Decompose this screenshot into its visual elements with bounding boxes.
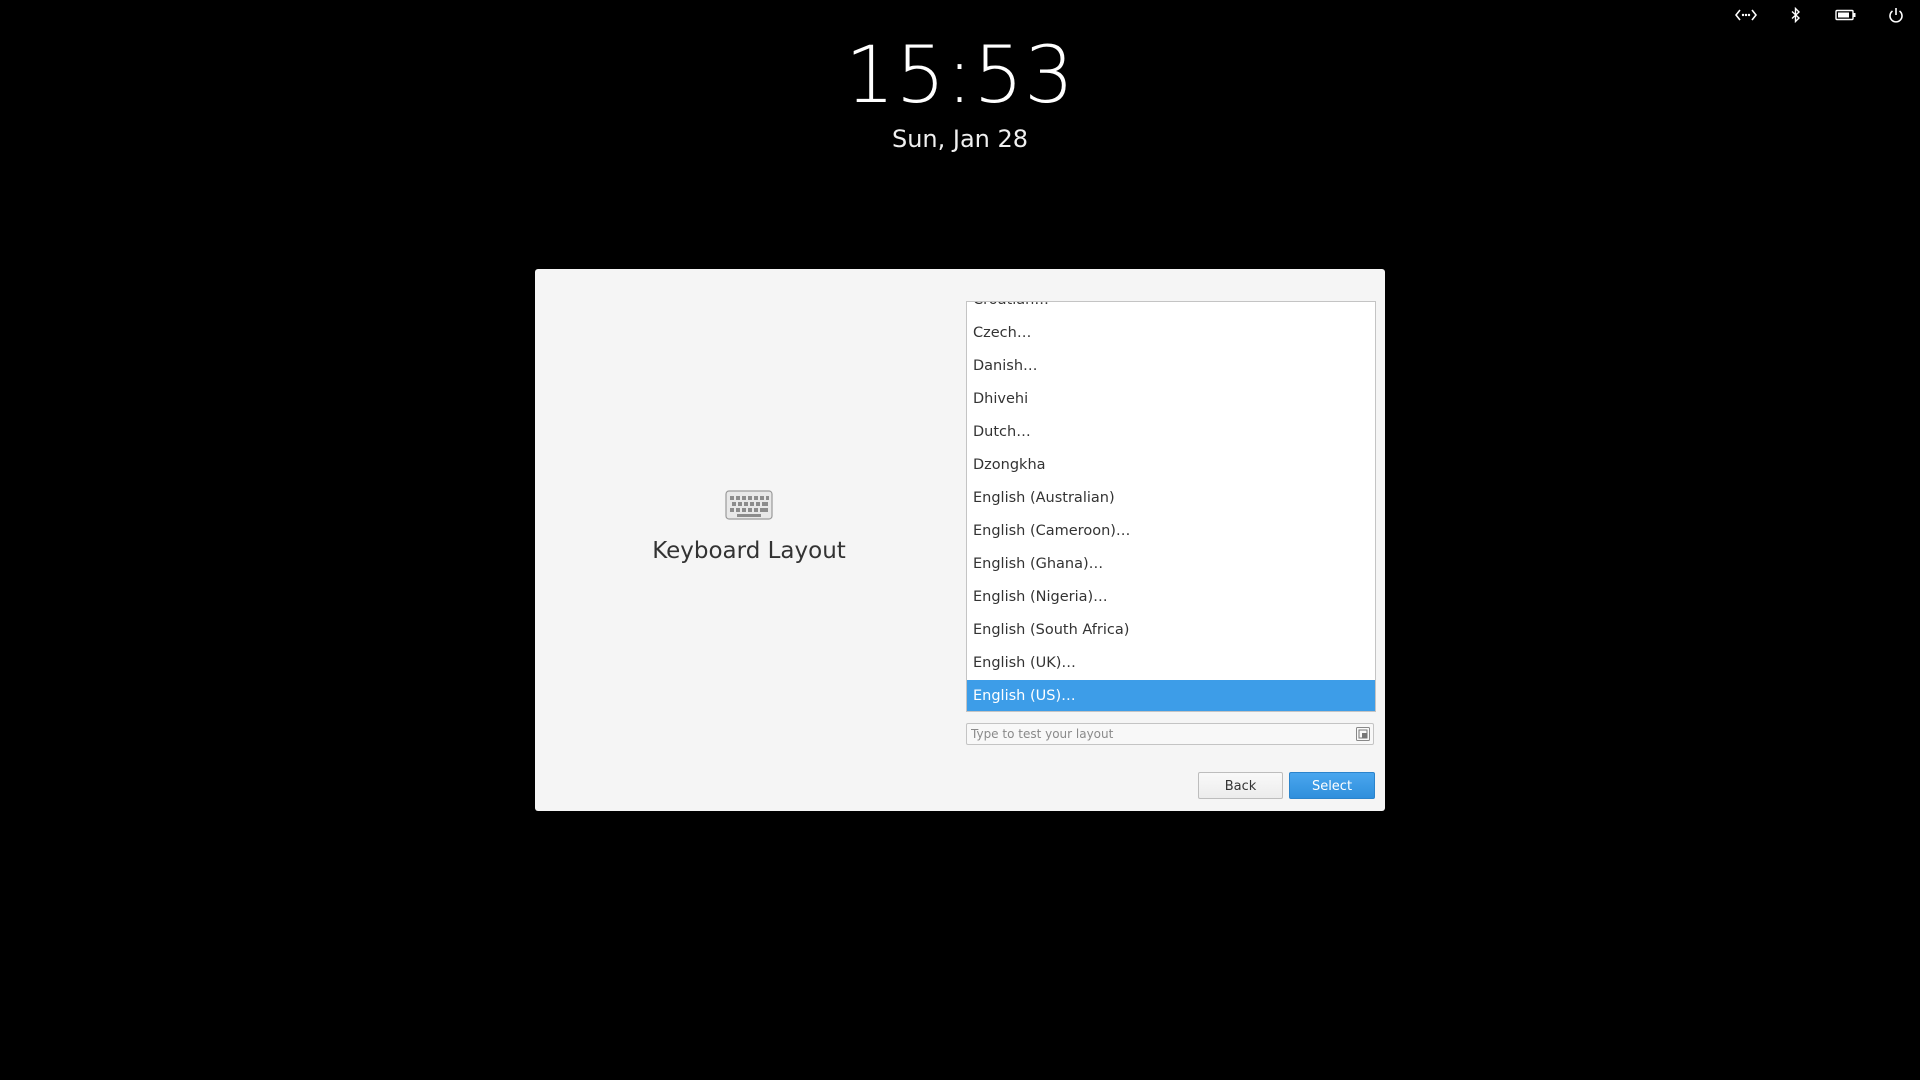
layout-list-item[interactable]: Dutch… xyxy=(967,416,1375,449)
select-button[interactable]: Select xyxy=(1289,772,1375,799)
back-button[interactable]: Back xyxy=(1198,772,1283,799)
layout-list-item[interactable]: Dhivehi xyxy=(967,383,1375,416)
test-layout-field[interactable] xyxy=(966,723,1374,745)
layout-list-item[interactable]: English (UK)… xyxy=(967,647,1375,680)
layout-list-item[interactable]: English (Nigeria)… xyxy=(967,581,1375,614)
power-icon[interactable] xyxy=(1884,3,1908,27)
layout-list-item[interactable]: Croatian… xyxy=(967,302,1375,317)
bluetooth-icon[interactable] xyxy=(1784,3,1808,27)
lock-clock: 15:53 xyxy=(845,31,1075,121)
battery-icon[interactable] xyxy=(1834,3,1858,27)
dialog-left-pane: Keyboard Layout xyxy=(535,269,963,811)
system-tray xyxy=(1734,0,1920,30)
keyboard-icon xyxy=(725,489,773,521)
layout-list-item[interactable]: English (US)… xyxy=(967,680,1375,711)
dialog-title: Keyboard Layout xyxy=(652,538,846,564)
keyboard-layout-dialog: Keyboard Layout Croatian…Czech…Danish…Dh… xyxy=(535,269,1385,811)
layout-list-item[interactable]: English (Ghana)… xyxy=(967,548,1375,581)
layout-list-item[interactable]: Dzongkha xyxy=(967,449,1375,482)
keyboard-map-icon[interactable] xyxy=(1356,727,1370,741)
network-icon[interactable] xyxy=(1734,3,1758,27)
keyboard-layout-list[interactable]: Croatian…Czech…Danish…DhivehiDutch…Dzong… xyxy=(966,301,1376,712)
layout-list-item[interactable]: English (Australian) xyxy=(967,482,1375,515)
layout-list-item[interactable]: Danish… xyxy=(967,350,1375,383)
test-layout-input[interactable] xyxy=(967,724,1345,744)
layout-list-item[interactable]: English (South Africa) xyxy=(967,614,1375,647)
lock-date: Sun, Jan 28 xyxy=(891,125,1029,153)
layout-list-item[interactable]: Czech… xyxy=(967,317,1375,350)
layout-list-items: Croatian…Czech…Danish…DhivehiDutch…Dzong… xyxy=(967,302,1375,711)
layout-list-item[interactable]: English (Cameroon)… xyxy=(967,515,1375,548)
